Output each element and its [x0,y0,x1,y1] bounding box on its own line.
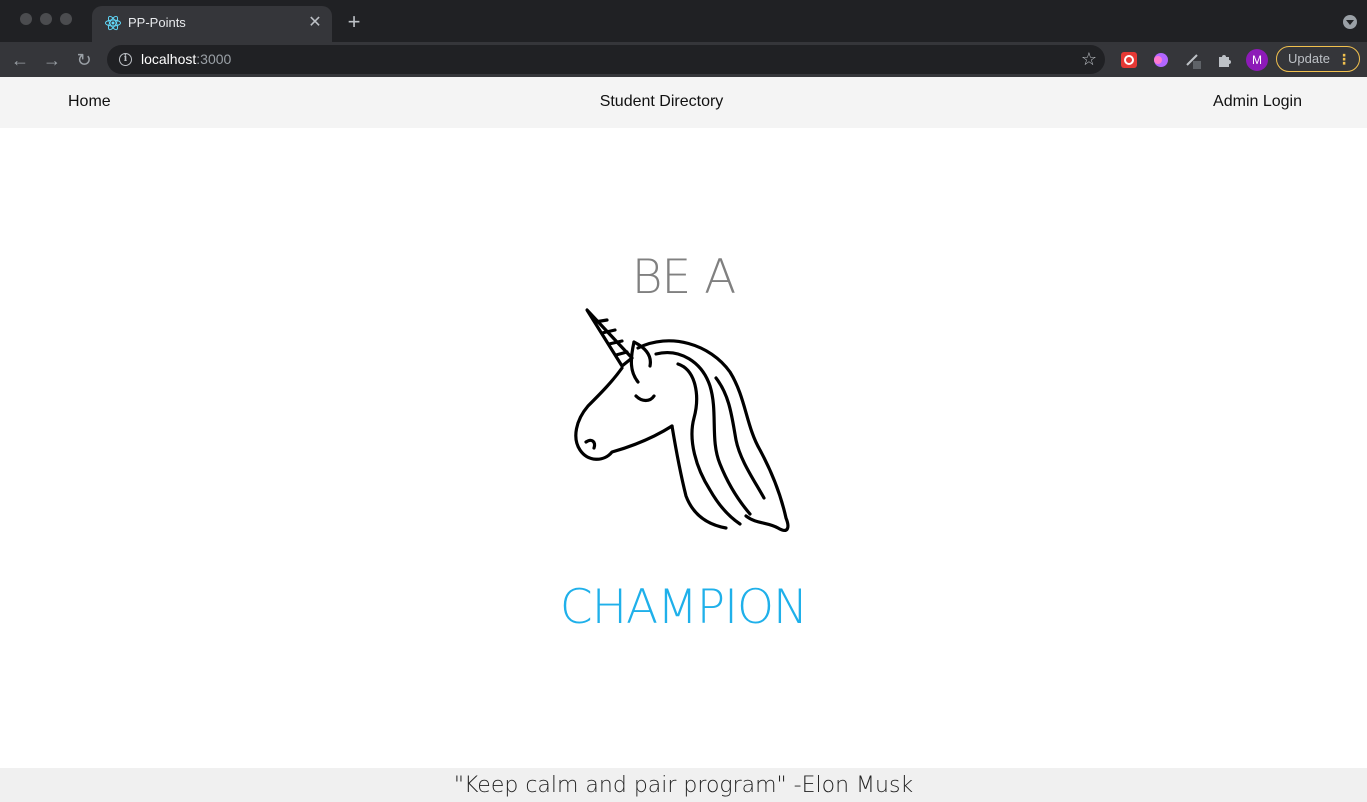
browser-tab-strip: PP-Points ✕ + [0,0,1367,42]
nav-student-directory-link[interactable]: Student Directory [0,93,1323,111]
bookmark-star-icon[interactable]: ☆ [1081,49,1097,70]
back-arrow-icon[interactable]: ← [8,48,32,72]
extension-purple-icon[interactable] [1151,50,1171,70]
window-zoom-dot[interactable] [60,13,72,25]
browser-tab-active[interactable]: PP-Points ✕ [92,6,332,42]
puzzle-extensions-icon[interactable] [1215,50,1235,70]
tab-search-icon[interactable] [1343,15,1357,29]
react-icon [105,15,121,31]
nav-admin-login-link[interactable]: Admin Login [1213,93,1302,111]
hero-champion-text: CHAMPION [559,580,808,635]
update-button[interactable]: Update ⋮ [1276,46,1360,72]
browser-toolbar: ← → ↻ i localhost:3000 ☆ M Update ⋮ [0,42,1367,77]
window-minimize-dot[interactable] [40,13,52,25]
eyedropper-extension-icon[interactable] [1183,50,1203,70]
extension-red-icon[interactable] [1119,50,1139,70]
tab-title: PP-Points [128,15,186,30]
reload-icon[interactable]: ↻ [72,48,96,72]
forward-arrow-icon[interactable]: → [40,48,64,72]
url-port: :3000 [196,51,232,67]
update-label: Update [1288,51,1330,66]
footer-quote: "Keep calm and pair program" -Elon Musk [453,773,914,798]
new-tab-icon[interactable]: + [343,11,365,33]
unicorn-icon [574,308,790,532]
kebab-menu-icon: ⋮ [1337,51,1351,67]
close-tab-icon[interactable]: ✕ [306,14,324,32]
address-bar[interactable]: i localhost:3000 ☆ [107,45,1105,74]
site-navbar: Home Student Directory Admin Login [0,77,1367,128]
url-host: localhost [141,51,197,67]
window-close-dot[interactable] [20,13,32,25]
hero-pretext: BE A [631,250,737,305]
url-text[interactable]: localhost:3000 [141,51,231,67]
profile-avatar[interactable]: M [1246,49,1268,71]
footer: "Keep calm and pair program" -Elon Musk [0,768,1367,802]
site-info-icon[interactable]: i [119,53,132,66]
